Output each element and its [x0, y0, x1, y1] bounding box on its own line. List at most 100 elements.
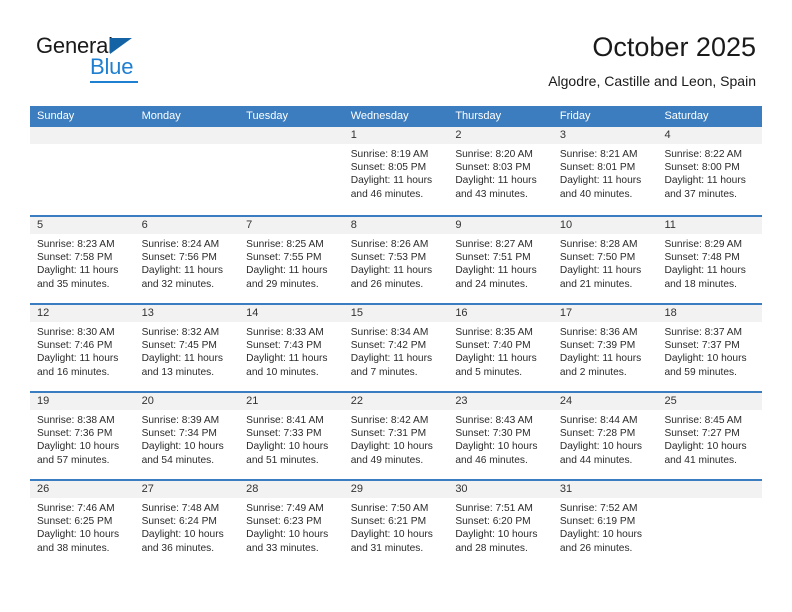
weekday-header-monday: Monday	[141, 110, 181, 122]
day-details: Sunrise: 8:24 AM Sunset: 7:56 PM Daylight:…	[135, 234, 240, 291]
day-details: Sunrise: 8:27 AM Sunset: 7:51 PM Daylight:…	[448, 234, 553, 291]
calendar-day-cell[interactable]: 28 Sunrise: 7:49 AM Sunset: 6:23 PM Dayligh…	[239, 481, 344, 567]
page-header: General Blue October 2025 Algodre, Casti…	[0, 0, 792, 96]
calendar-day-cell[interactable]: 14 Sunrise: 8:33 AM Sunset: 7:43 PM Dayligh…	[239, 305, 344, 391]
sunrise-text: Sunrise: 8:32 AM	[141, 327, 220, 338]
day-number-band: 19	[30, 393, 135, 410]
calendar-day-cell[interactable]: 30 Sunrise: 7:51 AM Sunset: 6:20 PM Dayligh…	[448, 481, 553, 567]
daylight-text-line1: Daylight: 11 hours	[455, 175, 537, 187]
day-details: Sunrise: 7:50 AM Sunset: 6:21 PM Daylight:…	[344, 498, 449, 555]
calendar-day-cell[interactable]: 27 Sunrise: 7:48 AM Sunset: 6:24 PM Dayligh…	[134, 481, 240, 567]
day-number: 13	[141, 307, 154, 319]
calendar-day-cell[interactable]: 5 Sunrise: 8:23 AM Sunset: 7:58 PM Daylight…	[30, 217, 135, 303]
day-details: Sunrise: 8:19 AM Sunset: 8:05 PM Daylight:…	[344, 144, 449, 201]
sunset-text: Sunset: 7:30 PM	[455, 428, 531, 440]
daylight-text-line1: Daylight: 11 hours	[37, 353, 119, 365]
calendar-day-cell[interactable]: 16 Sunrise: 8:35 AM Sunset: 7:40 PM Dayligh…	[448, 305, 553, 391]
weekday-header-sunday: Sunday	[37, 110, 75, 122]
calendar-day-cell[interactable]: 20 Sunrise: 8:39 AM Sunset: 7:34 PM Dayligh…	[134, 393, 240, 479]
sunset-text: Sunset: 6:21 PM	[350, 516, 427, 528]
calendar-day-cell[interactable]: 9 Sunrise: 8:27 AM Sunset: 7:51 PM Daylight…	[448, 217, 553, 303]
sunrise-text: Sunrise: 7:51 AM	[455, 503, 533, 514]
calendar-day-cell[interactable]: 1 Sunrise: 8:19 AM Sunset: 8:05 PM Daylight…	[343, 127, 449, 215]
calendar-day-cell[interactable]: 26 Sunrise: 7:46 AM Sunset: 6:25 PM Dayligh…	[30, 481, 135, 567]
calendar-week-row: 5 Sunrise: 8:23 AM Sunset: 7:58 PM Daylight…	[30, 215, 763, 303]
general-blue-logo: General Blue	[36, 33, 276, 85]
calendar-day-cell[interactable]: 19 Sunrise: 8:38 AM Sunset: 7:36 PM Dayligh…	[30, 393, 135, 479]
sunrise-text: Sunrise: 7:49 AM	[246, 503, 324, 514]
daylight-text-line1: Daylight: 10 hours	[455, 441, 538, 453]
calendar-day-cell[interactable]: 11 Sunrise: 8:29 AM Sunset: 7:48 PM Dayligh…	[657, 217, 763, 303]
day-details: Sunrise: 8:20 AM Sunset: 8:03 PM Daylight:…	[448, 144, 553, 201]
day-number: 22	[350, 395, 363, 407]
calendar-day-cell[interactable]: 31 Sunrise: 7:52 AM Sunset: 6:19 PM Dayligh…	[552, 481, 658, 567]
daylight-text-line1: Daylight: 11 hours	[559, 175, 642, 187]
sunset-text: Sunset: 7:34 PM	[141, 428, 217, 440]
day-details: Sunrise: 8:26 AM Sunset: 7:53 PM Daylight:…	[344, 234, 449, 291]
day-number: 4	[664, 129, 671, 141]
day-number: 26	[37, 483, 50, 495]
day-number-band: 8	[343, 217, 449, 234]
calendar-day-cell[interactable]: 15 Sunrise: 8:34 AM Sunset: 7:42 PM Dayligh…	[343, 305, 449, 391]
daylight-text-line1: Daylight: 10 hours	[664, 441, 747, 453]
daylight-text-line1: Daylight: 10 hours	[141, 529, 224, 541]
sunset-text: Sunset: 6:24 PM	[141, 516, 217, 528]
calendar-day-cell[interactable]: 7 Sunrise: 8:25 AM Sunset: 7:55 PM Daylight…	[239, 217, 344, 303]
calendar-day-cell[interactable]: 24 Sunrise: 8:44 AM Sunset: 7:28 PM Dayligh…	[552, 393, 658, 479]
calendar-day-cell[interactable]: 17 Sunrise: 8:36 AM Sunset: 7:39 PM Dayligh…	[552, 305, 658, 391]
calendar-day-cell[interactable]: 2 Sunrise: 8:20 AM Sunset: 8:03 PM Daylight…	[448, 127, 553, 215]
day-details: Sunrise: 8:37 AM Sunset: 7:37 PM Daylight:…	[657, 322, 762, 379]
calendar-page: General Blue October 2025 Algodre, Casti…	[0, 0, 792, 612]
day-number: 3	[559, 129, 567, 141]
day-number-band	[657, 481, 763, 498]
day-details: Sunrise: 8:42 AM Sunset: 7:31 PM Daylight:…	[344, 410, 449, 467]
calendar-day-cell[interactable]: 3 Sunrise: 8:21 AM Sunset: 8:01 PM Daylight…	[552, 127, 658, 215]
daylight-text-line2: and 57 minutes.	[37, 454, 110, 466]
calendar-day-cell[interactable]: 10 Sunrise: 8:28 AM Sunset: 7:50 PM Dayligh…	[552, 217, 658, 303]
calendar-day-cell[interactable]: 6 Sunrise: 8:24 AM Sunset: 7:56 PM Daylight…	[134, 217, 240, 303]
sunset-text: Sunset: 7:40 PM	[455, 340, 531, 352]
calendar-day-cell[interactable]: 12 Sunrise: 8:30 AM Sunset: 7:46 PM Dayligh…	[30, 305, 135, 391]
sunrise-text: Sunrise: 8:22 AM	[664, 149, 743, 160]
calendar-day-cell[interactable]: 18 Sunrise: 8:37 AM Sunset: 7:37 PM Dayligh…	[657, 305, 763, 391]
calendar-day-cell[interactable]: 21 Sunrise: 8:41 AM Sunset: 7:33 PM Dayligh…	[239, 393, 344, 479]
sunset-text: Sunset: 7:46 PM	[37, 340, 113, 352]
day-number: 31	[559, 483, 573, 495]
calendar-day-cell[interactable]: 22 Sunrise: 8:42 AM Sunset: 7:31 PM Dayligh…	[343, 393, 449, 479]
day-number-band: 22	[343, 393, 449, 410]
calendar-day-cell[interactable]: 8 Sunrise: 8:26 AM Sunset: 7:53 PM Daylight…	[343, 217, 449, 303]
day-number: 10	[559, 219, 573, 231]
daylight-text-line1: Daylight: 11 hours	[141, 353, 223, 365]
sunrise-text: Sunrise: 7:50 AM	[350, 503, 429, 514]
sunset-text: Sunset: 6:20 PM	[455, 516, 531, 528]
page-subtitle: Algodre, Castille and Leon, Spain	[548, 73, 756, 89]
weeks-container: 1 Sunrise: 8:19 AM Sunset: 8:05 PM Daylight…	[30, 127, 763, 567]
day-details: Sunrise: 8:36 AM Sunset: 7:39 PM Daylight:…	[553, 322, 658, 379]
daylight-text-line2: and 13 minutes.	[141, 366, 215, 378]
sunset-text: Sunset: 7:53 PM	[350, 252, 427, 264]
sunset-text: Sunset: 6:19 PM	[559, 516, 636, 528]
daylight-text-line1: Daylight: 11 hours	[350, 265, 433, 277]
calendar-week-row: 12 Sunrise: 8:30 AM Sunset: 7:46 PM Dayligh…	[30, 303, 763, 391]
daylight-text-line2: and 35 minutes.	[37, 278, 110, 290]
day-details: Sunrise: 8:44 AM Sunset: 7:28 PM Daylight:…	[553, 410, 658, 467]
calendar-day-cell[interactable]: 23 Sunrise: 8:43 AM Sunset: 7:30 PM Dayligh…	[448, 393, 553, 479]
daylight-text-line2: and 36 minutes.	[141, 542, 215, 554]
day-details: Sunrise: 7:46 AM Sunset: 6:25 PM Daylight:…	[30, 498, 135, 555]
daylight-text-line1: Daylight: 10 hours	[664, 353, 747, 365]
sunrise-text: Sunrise: 8:38 AM	[37, 415, 115, 426]
calendar-day-cell[interactable]: 29 Sunrise: 7:50 AM Sunset: 6:21 PM Dayligh…	[343, 481, 449, 567]
sunset-text: Sunset: 8:03 PM	[455, 162, 531, 174]
daylight-text-line1: Daylight: 11 hours	[455, 265, 537, 277]
daylight-text-line1: Daylight: 11 hours	[559, 265, 642, 277]
sunrise-text: Sunrise: 8:36 AM	[559, 327, 638, 338]
daylight-text-line1: Daylight: 11 hours	[664, 175, 746, 187]
calendar-day-cell[interactable]: 25 Sunrise: 8:45 AM Sunset: 7:27 PM Dayligh…	[657, 393, 763, 479]
day-number: 20	[141, 395, 154, 407]
calendar-day-cell[interactable]: 13 Sunrise: 8:32 AM Sunset: 7:45 PM Dayligh…	[134, 305, 240, 391]
day-details: Sunrise: 7:51 AM Sunset: 6:20 PM Daylight:…	[448, 498, 553, 555]
day-number-band: 5	[30, 217, 135, 234]
day-number: 2	[455, 129, 462, 141]
sunrise-text: Sunrise: 8:33 AM	[246, 327, 324, 338]
calendar-day-cell[interactable]: 4 Sunrise: 8:22 AM Sunset: 8:00 PM Daylight…	[657, 127, 763, 215]
